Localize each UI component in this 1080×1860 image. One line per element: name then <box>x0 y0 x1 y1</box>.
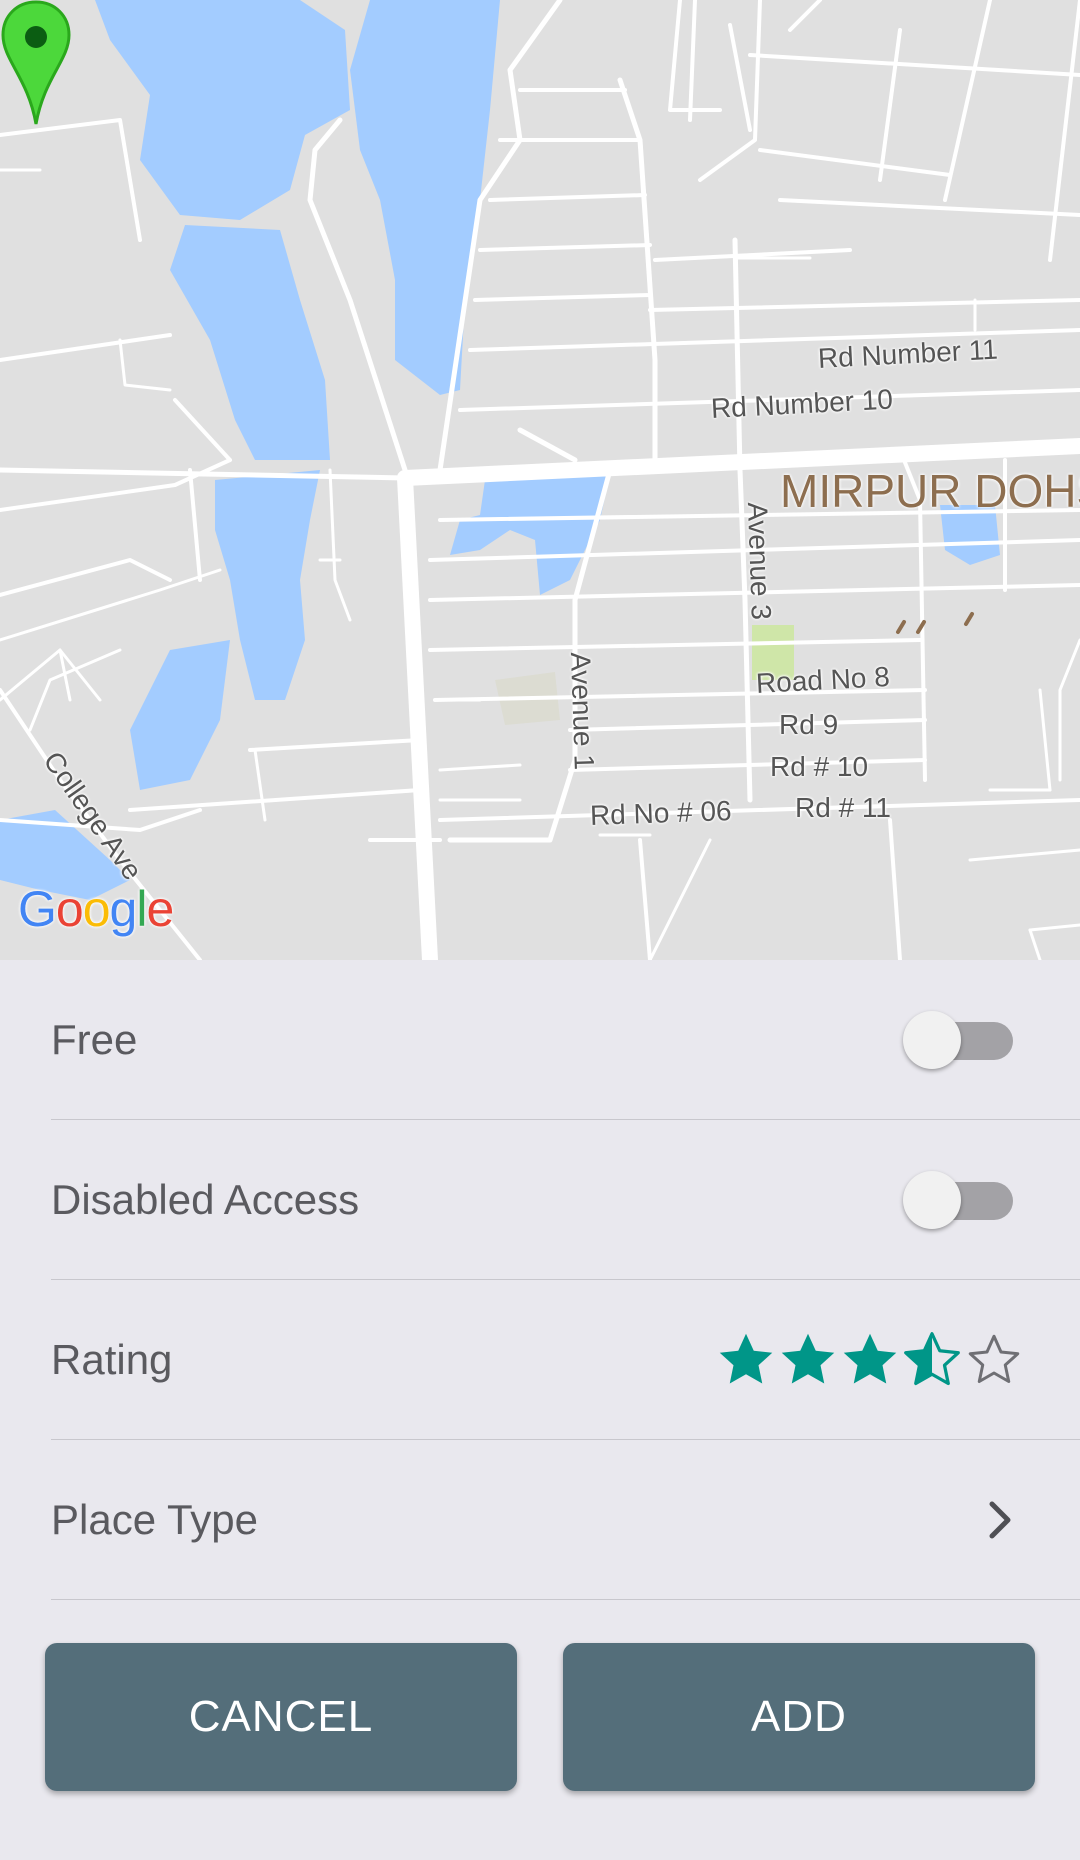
disabled-access-row[interactable]: Disabled Access <box>51 1120 1080 1280</box>
place-type-label: Place Type <box>51 1495 259 1543</box>
rating-row: Rating <box>51 1280 1080 1440</box>
area-label: MIRPUR DOHS <box>780 465 1080 517</box>
disabled-access-toggle-thumb <box>903 1170 961 1229</box>
free-toggle[interactable] <box>903 1010 1013 1070</box>
star-filled-icon[interactable] <box>716 1330 776 1390</box>
street-label-rd-no-06: Rd No # 06 <box>589 795 733 831</box>
place-type-row[interactable]: Place Type <box>51 1440 1080 1600</box>
star-half-icon[interactable] <box>902 1330 962 1390</box>
google-logo: Google <box>18 881 174 937</box>
street-label-rd-hash-10: Rd # 10 <box>770 751 869 782</box>
rating-label: Rating <box>51 1335 173 1383</box>
rating-stars[interactable] <box>716 1330 1024 1390</box>
free-row[interactable]: Free <box>51 960 1080 1120</box>
star-empty-icon[interactable] <box>964 1330 1024 1390</box>
disabled-access-label: Disabled Access <box>51 1175 360 1223</box>
star-filled-icon[interactable] <box>778 1330 838 1390</box>
add-button[interactable]: ADD <box>563 1643 1035 1791</box>
cancel-button[interactable]: CANCEL <box>45 1643 517 1791</box>
street-label-avenue-1: Avenue 1 <box>564 651 600 771</box>
street-label-rd-hash-11: Rd # 11 <box>795 792 891 823</box>
disabled-access-toggle[interactable] <box>903 1170 1013 1230</box>
map-view[interactable]: Rd Number 11 Rd Number 10 MIRPUR DOHS Av… <box>0 0 1080 960</box>
chevron-right-icon <box>989 1501 1011 1538</box>
place-form: Free Disabled Access Rating Place Type <box>0 960 1080 1600</box>
star-filled-icon[interactable] <box>840 1330 900 1390</box>
street-label-avenue-3: Avenue 3 <box>741 501 777 621</box>
map-marker-icon[interactable] <box>0 0 72 126</box>
free-toggle-thumb <box>903 1010 961 1069</box>
street-label-rd-9: Rd 9 <box>779 709 839 740</box>
free-label: Free <box>51 1015 138 1063</box>
